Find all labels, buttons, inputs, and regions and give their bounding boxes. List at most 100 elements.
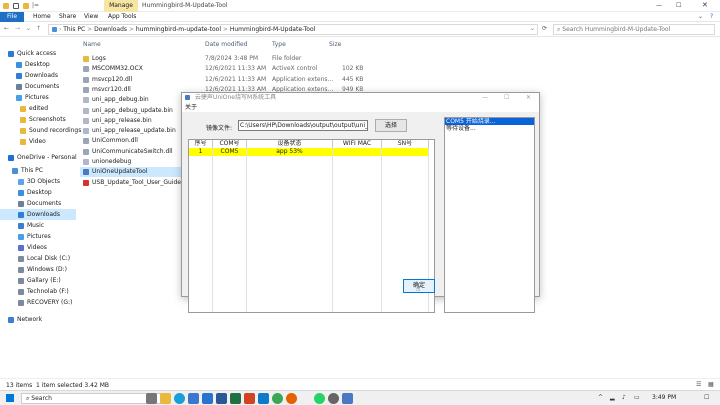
- log-panel[interactable]: COM5 开始烧录... 等待设备...: [444, 117, 535, 313]
- chrome-icon[interactable]: [272, 393, 283, 404]
- sidebar-item[interactable]: Downloads: [0, 209, 76, 220]
- table-row[interactable]: Logs 7/8/2024 3:48 PM File folder: [80, 54, 380, 64]
- sidebar-item[interactable]: Local Disk (C:): [0, 253, 76, 264]
- column-header-date[interactable]: Date modified: [205, 41, 248, 48]
- task-view-icon[interactable]: [146, 393, 157, 404]
- details-view-icon[interactable]: ☰: [696, 381, 701, 388]
- column-header-type[interactable]: Type: [272, 41, 286, 48]
- sidebar-item[interactable]: Desktop: [0, 187, 76, 198]
- breadcrumb-this-pc[interactable]: This PC: [63, 26, 85, 33]
- forward-arrow-icon[interactable]: →: [15, 25, 20, 32]
- breadcrumb-downloads[interactable]: Downloads: [94, 26, 127, 33]
- network-icon[interactable]: ▂: [610, 394, 615, 401]
- quick-access-toolbar[interactable]: |=: [32, 2, 39, 9]
- sidebar-item[interactable]: Sound recordings: [0, 125, 81, 136]
- large-icons-view-icon[interactable]: ▦: [708, 381, 714, 388]
- settings-icon[interactable]: [328, 393, 339, 404]
- tab-app-tools[interactable]: App Tools: [108, 13, 136, 20]
- sidebar-item[interactable]: RECOVERY (G:): [0, 297, 76, 308]
- sidebar-item[interactable]: Gallary (E:): [0, 275, 76, 286]
- store-icon[interactable]: [188, 393, 199, 404]
- windows-start-icon[interactable]: [6, 394, 14, 402]
- word-icon[interactable]: [216, 393, 227, 404]
- music-icon: [18, 222, 24, 229]
- sidebar-item[interactable]: Music: [0, 220, 76, 231]
- sidebar-item[interactable]: Pictures: [0, 231, 76, 242]
- log-line-waiting[interactable]: 等待设备...: [445, 125, 534, 132]
- excel-icon[interactable]: [230, 393, 241, 404]
- whatsapp-icon[interactable]: [314, 393, 325, 404]
- edge-icon[interactable]: [174, 393, 185, 404]
- minimize-icon[interactable]: —: [656, 2, 662, 9]
- firefox-icon[interactable]: [286, 393, 297, 404]
- tray-chevron-icon[interactable]: ^: [598, 394, 603, 401]
- sidebar-item[interactable]: This PC: [0, 165, 76, 176]
- vscode-icon[interactable]: [258, 393, 269, 404]
- mail-icon[interactable]: [202, 393, 213, 404]
- sidebar-item[interactable]: OneDrive - Personal: [0, 152, 77, 163]
- breadcrumb-current-folder[interactable]: Hummingbird-M-Update-Tool: [230, 26, 315, 33]
- maximize-icon[interactable]: ☐: [676, 2, 681, 9]
- dialog-titlebar: 云捷声UniOne烧写M系统工具 — ☐ ✕: [182, 93, 539, 103]
- dialog-close-icon[interactable]: ✕: [526, 93, 531, 103]
- sidebar-item[interactable]: Videos: [0, 242, 76, 253]
- dialog-minimize-icon[interactable]: —: [482, 93, 488, 103]
- recent-chevron-icon[interactable]: ⌄: [26, 25, 31, 32]
- file-icon: [83, 66, 89, 73]
- file-explorer-icon[interactable]: [160, 393, 171, 404]
- powerpoint-icon[interactable]: [244, 393, 255, 404]
- volume-icon[interactable]: ♪: [622, 394, 626, 401]
- dialog-maximize-icon[interactable]: ☐: [504, 93, 509, 103]
- sidebar-item[interactable]: Video: [0, 136, 76, 147]
- browse-button[interactable]: 选择: [375, 119, 407, 132]
- sidebar-item[interactable]: Screenshots: [0, 114, 76, 125]
- sidebar-item[interactable]: Windows (D:): [0, 264, 76, 275]
- column-header-size[interactable]: Size: [329, 41, 341, 48]
- tab-view[interactable]: View: [84, 13, 98, 20]
- sidebar-item[interactable]: Documents: [0, 81, 76, 92]
- file-date: 7/8/2024 3:48 PM: [205, 55, 259, 62]
- grid-cell-wifi-mac: [333, 148, 382, 156]
- ribbon-context-tab[interactable]: Manage: [104, 0, 138, 12]
- drive-icon: [18, 288, 24, 295]
- sidebar-item-label: Documents: [27, 200, 62, 207]
- file-name: UniOneUpdateTool: [92, 168, 148, 176]
- column-header-name[interactable]: Name: [83, 41, 101, 48]
- sidebar-item[interactable]: edited: [0, 103, 76, 114]
- notification-icon[interactable]: ☐: [704, 394, 709, 401]
- sidebar-item[interactable]: 3D Objects: [0, 176, 76, 187]
- sidebar-item[interactable]: Documents: [0, 198, 76, 209]
- log-line-start[interactable]: COM5 开始烧录...: [445, 118, 534, 125]
- table-row[interactable]: msvcp120.dll 12/6/2021 11:33 AM Applicatio…: [80, 75, 380, 85]
- help-icon[interactable]: ?: [710, 13, 713, 20]
- address-bar[interactable]: › This PC > Downloads > hummingbird-m-up…: [48, 24, 538, 35]
- sidebar-item[interactable]: Pictures: [0, 92, 76, 103]
- clock[interactable]: 3:49 PM: [652, 394, 676, 401]
- up-arrow-icon[interactable]: ↑: [36, 25, 41, 32]
- tab-file[interactable]: File: [0, 12, 24, 22]
- address-dropdown-icon[interactable]: ⌄: [530, 25, 535, 32]
- table-row[interactable]: MSCOMM32.OCX 12/6/2021 11:33 AM ActiveX co…: [80, 64, 380, 74]
- sidebar-item[interactable]: Quick access: [0, 48, 76, 59]
- close-icon[interactable]: ✕: [702, 1, 708, 9]
- folder-icon: [83, 56, 89, 62]
- grid-column-line: [381, 148, 382, 312]
- sidebar-item[interactable]: Downloads: [0, 70, 76, 81]
- search-box[interactable]: ⌕ Search Hummingbird-M-Update-Tool: [553, 24, 715, 35]
- refresh-icon[interactable]: ⟳: [542, 25, 547, 32]
- sidebar-item[interactable]: Desktop: [0, 59, 76, 70]
- checkbox-icon[interactable]: [13, 3, 19, 9]
- sidebar-item[interactable]: Technolab (F:): [0, 286, 76, 297]
- back-arrow-icon[interactable]: ←: [4, 25, 9, 32]
- sidebar-item[interactable]: Network: [0, 314, 76, 325]
- ribbon-expand-icon[interactable]: ⌄: [698, 13, 703, 20]
- tab-share[interactable]: Share: [59, 13, 76, 20]
- breadcrumb-update-tool-parent[interactable]: hummingbird-m-update-tool: [136, 26, 221, 33]
- battery-icon[interactable]: ▭: [634, 394, 640, 401]
- uni-one-app-icon[interactable]: [342, 393, 353, 404]
- tab-home[interactable]: Home: [33, 13, 51, 20]
- menu-about[interactable]: 关于: [185, 104, 197, 111]
- file-icon: [83, 107, 89, 114]
- folder-icon[interactable]: [23, 3, 29, 9]
- image-file-field[interactable]: C:\Users\HP\Downloads\output\output\uni_…: [238, 120, 368, 131]
